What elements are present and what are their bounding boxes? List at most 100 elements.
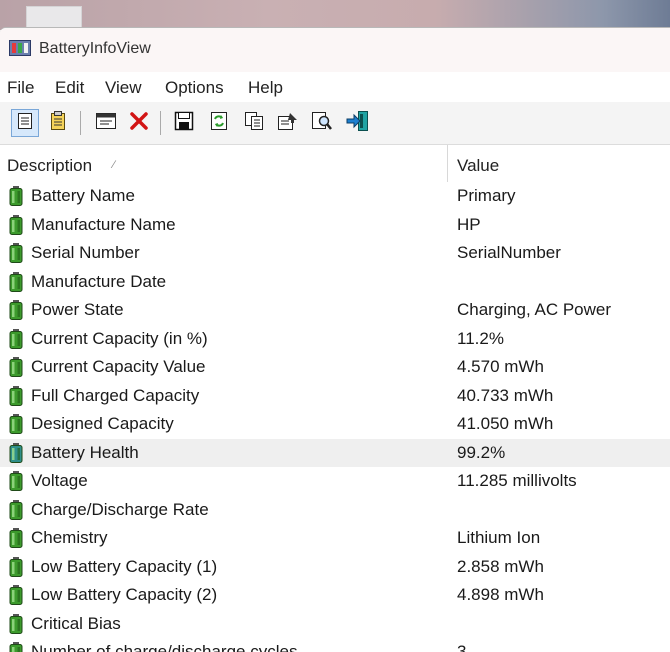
details-view-icon bbox=[16, 112, 34, 135]
row-description: Critical Bias bbox=[31, 614, 121, 634]
battery-icon bbox=[9, 557, 23, 582]
menu-bar: File Edit View Options Help bbox=[0, 72, 670, 102]
row-description: Chemistry bbox=[31, 528, 108, 548]
battery-icon bbox=[9, 300, 23, 325]
column-divider[interactable] bbox=[447, 145, 448, 182]
refresh-icon bbox=[210, 111, 228, 136]
battery-icon bbox=[9, 243, 23, 268]
list-row[interactable]: Battery Name Primary bbox=[0, 182, 670, 211]
list-row[interactable]: Designed Capacity 41.050 mWh bbox=[0, 410, 670, 439]
column-header-value[interactable]: Value bbox=[457, 156, 499, 176]
column-header: Description ∕ Value bbox=[0, 145, 670, 182]
menu-view[interactable]: View bbox=[105, 78, 142, 98]
list-row[interactable]: Current Capacity (in %) 11.2% bbox=[0, 325, 670, 354]
desktop-background bbox=[0, 0, 670, 30]
list-row[interactable]: Power State Charging, AC Power bbox=[0, 296, 670, 325]
row-description: Charge/Discharge Rate bbox=[31, 500, 209, 520]
battery-icon bbox=[9, 386, 23, 411]
row-value: 4.570 mWh bbox=[457, 357, 544, 377]
row-description: Low Battery Capacity (1) bbox=[31, 557, 217, 577]
row-description: Low Battery Capacity (2) bbox=[31, 585, 217, 605]
properties-icon bbox=[277, 111, 299, 136]
row-value: 40.733 mWh bbox=[457, 386, 553, 406]
copy-button[interactable] bbox=[240, 109, 268, 137]
row-value: 41.050 mWh bbox=[457, 414, 553, 434]
row-value: 2.858 mWh bbox=[457, 557, 544, 577]
list-row[interactable]: Low Battery Capacity (1) 2.858 mWh bbox=[0, 553, 670, 582]
row-description: Battery Health bbox=[31, 443, 139, 463]
battery-icon bbox=[9, 585, 23, 610]
row-description: Voltage bbox=[31, 471, 88, 491]
row-description: Manufacture Date bbox=[31, 272, 166, 292]
row-description: Battery Name bbox=[31, 186, 135, 206]
column-header-description[interactable]: Description bbox=[7, 156, 92, 176]
row-description: Current Capacity Value bbox=[31, 357, 206, 377]
menu-file[interactable]: File bbox=[7, 78, 34, 98]
refresh-button[interactable] bbox=[205, 109, 233, 137]
app-window: BatteryInfoView File Edit View Options H… bbox=[0, 27, 670, 652]
row-description: Serial Number bbox=[31, 243, 140, 263]
battery-icon bbox=[9, 272, 23, 297]
exit-icon bbox=[346, 110, 370, 137]
row-value: Lithium Ion bbox=[457, 528, 540, 548]
list-row[interactable]: Manufacture Name HP bbox=[0, 211, 670, 240]
details-view-button[interactable] bbox=[11, 109, 39, 137]
row-value: 99.2% bbox=[457, 443, 505, 463]
row-value: SerialNumber bbox=[457, 243, 561, 263]
row-description: Full Charged Capacity bbox=[31, 386, 199, 406]
find-icon bbox=[311, 111, 333, 136]
row-value: Charging, AC Power bbox=[457, 300, 611, 320]
list-row[interactable]: Number of charge/discharge cycles3 bbox=[0, 638, 670, 652]
battery-icon bbox=[9, 186, 23, 211]
list-row[interactable]: Critical Bias bbox=[0, 610, 670, 639]
list-row[interactable]: Battery Health 99.2% bbox=[0, 439, 670, 468]
battery-icon bbox=[9, 471, 23, 496]
battery-app-icon bbox=[9, 39, 31, 62]
battery-icon bbox=[9, 329, 23, 354]
window-title: BatteryInfoView bbox=[39, 40, 151, 58]
battery-icon bbox=[9, 414, 23, 439]
delete-button[interactable] bbox=[125, 109, 153, 137]
exit-button[interactable] bbox=[344, 109, 372, 137]
find-button[interactable] bbox=[308, 109, 336, 137]
list-row[interactable]: Current Capacity Value 4.570 mWh bbox=[0, 353, 670, 382]
sort-ascending-icon: ∕ bbox=[113, 159, 115, 171]
battery-icon bbox=[9, 357, 23, 382]
copy-icon bbox=[244, 111, 264, 136]
list-row[interactable]: Voltage11.285 millivolts bbox=[0, 467, 670, 496]
save-button[interactable] bbox=[170, 109, 198, 137]
row-description: Designed Capacity bbox=[31, 414, 174, 434]
clipboard-view-icon bbox=[49, 111, 67, 136]
row-value: 4.898 mWh bbox=[457, 585, 544, 605]
clipboard-view-button[interactable] bbox=[44, 109, 72, 137]
row-value: Primary bbox=[457, 186, 516, 206]
property-list: Battery Name Primary Manufacture Name HP Ser… bbox=[0, 182, 670, 652]
save-icon bbox=[174, 111, 194, 136]
properties-window-button[interactable] bbox=[92, 109, 120, 137]
row-description: Manufacture Name bbox=[31, 215, 176, 235]
row-value: 11.2% bbox=[457, 329, 504, 349]
row-description: Current Capacity (in %) bbox=[31, 329, 208, 349]
delete-icon bbox=[129, 111, 149, 136]
battery-icon bbox=[9, 528, 23, 553]
toolbar-separator bbox=[80, 111, 81, 135]
battery-icon bbox=[9, 215, 23, 240]
menu-help[interactable]: Help bbox=[248, 78, 283, 98]
toolbar-separator bbox=[160, 111, 161, 135]
properties-button[interactable] bbox=[274, 109, 302, 137]
list-row[interactable]: Charge/Discharge Rate bbox=[0, 496, 670, 525]
list-row[interactable]: Serial Number SerialNumber bbox=[0, 239, 670, 268]
list-row[interactable]: Chemistry Lithium Ion bbox=[0, 524, 670, 553]
list-row[interactable]: Low Battery Capacity (2) 4.898 mWh bbox=[0, 581, 670, 610]
toolbar bbox=[0, 102, 670, 145]
battery-icon bbox=[9, 614, 23, 639]
properties-window-icon bbox=[95, 112, 117, 135]
title-bar[interactable]: BatteryInfoView bbox=[0, 28, 670, 72]
battery-icon bbox=[9, 443, 23, 468]
menu-edit[interactable]: Edit bbox=[55, 78, 84, 98]
menu-options[interactable]: Options bbox=[165, 78, 224, 98]
row-value: HP bbox=[457, 215, 481, 235]
row-description: Power State bbox=[31, 300, 124, 320]
list-row[interactable]: Manufacture Date bbox=[0, 268, 670, 297]
list-row[interactable]: Full Charged Capacity 40.733 mWh bbox=[0, 382, 670, 411]
